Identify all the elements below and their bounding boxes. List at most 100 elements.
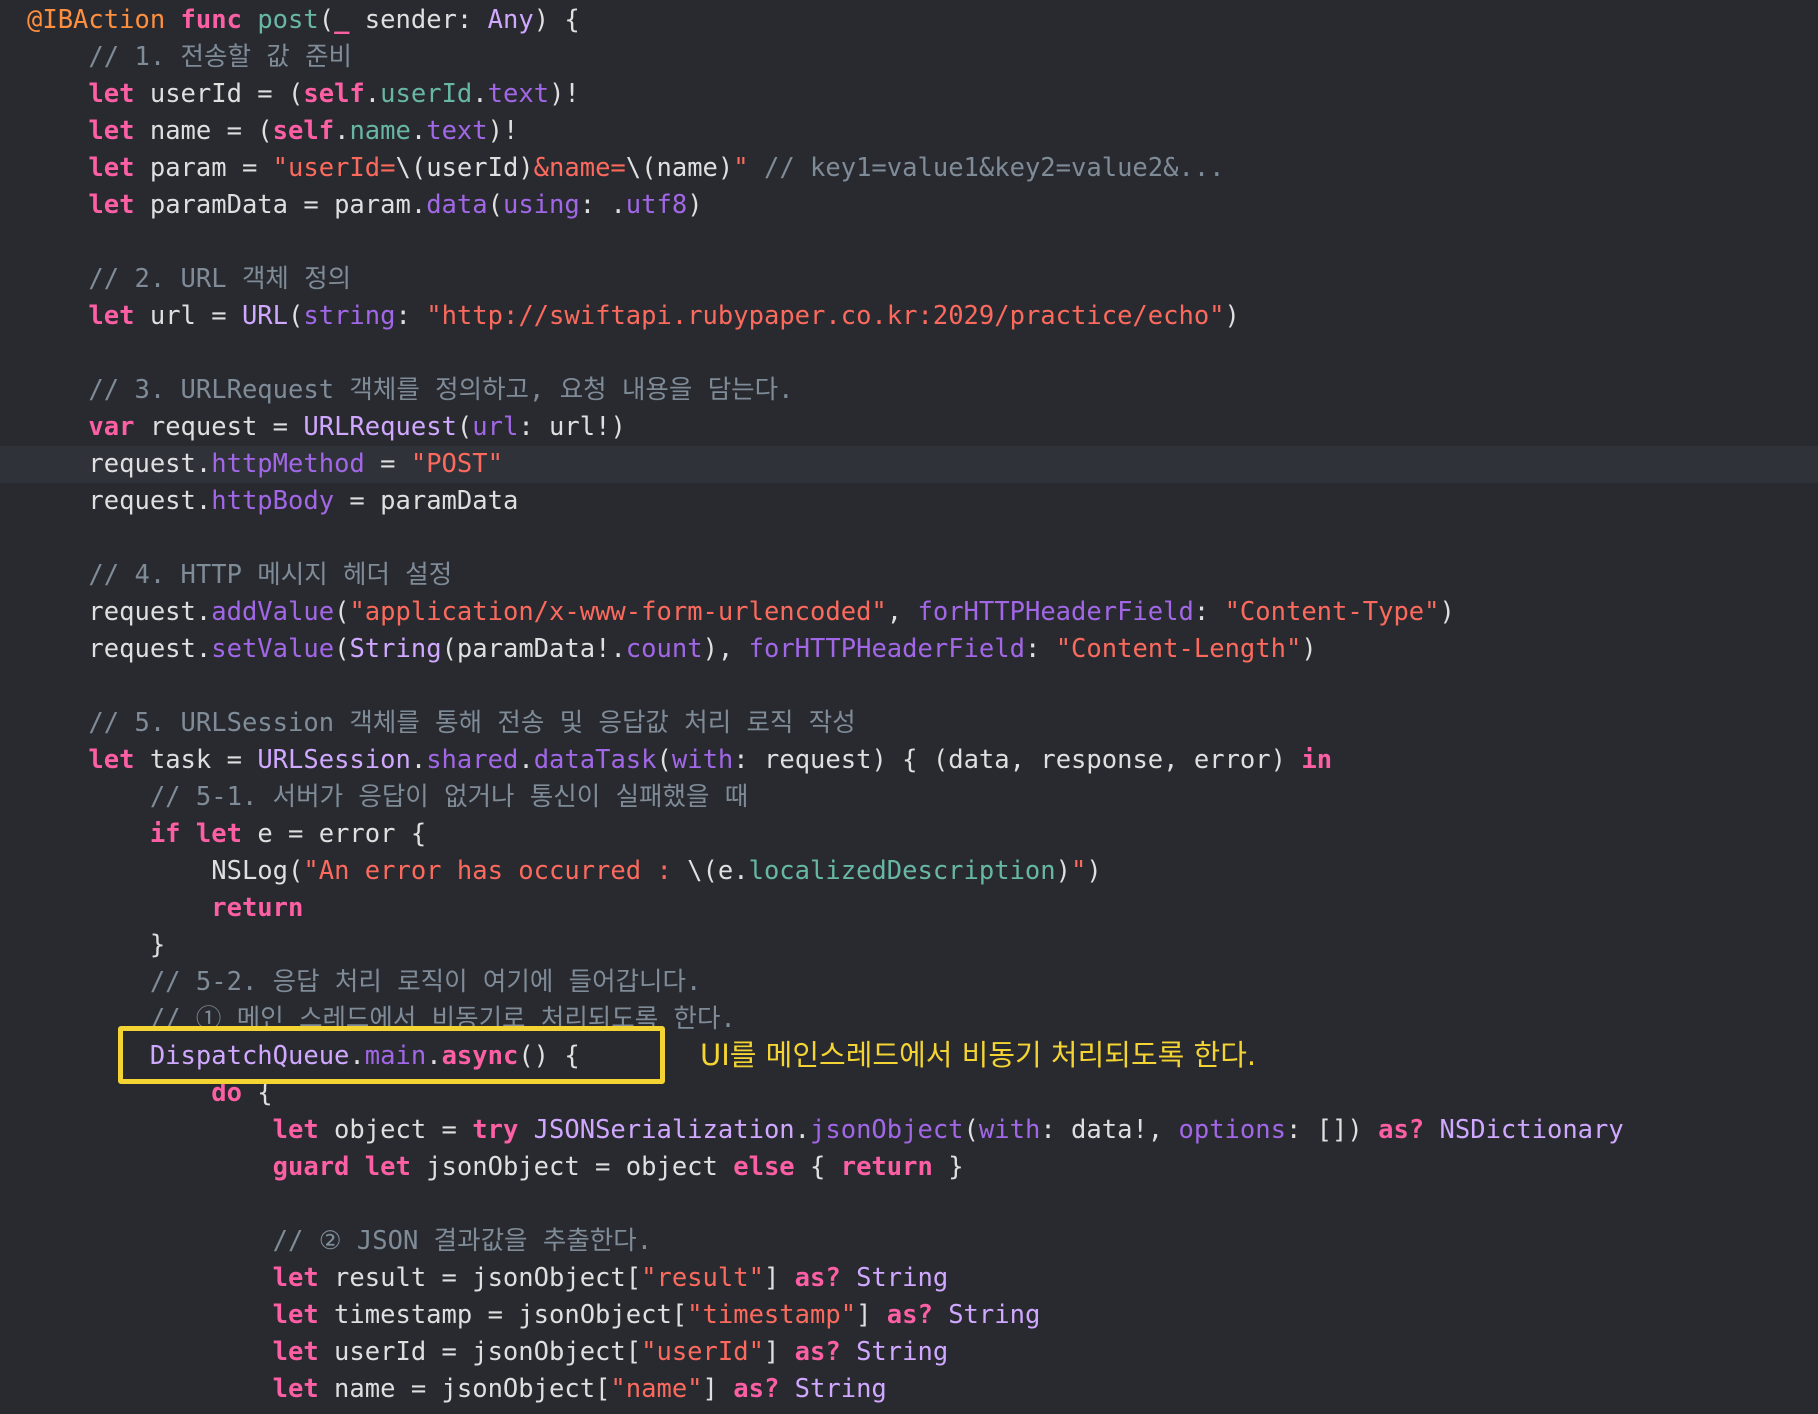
code-line[interactable]: request.httpBody = paramData — [0, 483, 1818, 520]
code-token: String — [856, 1263, 949, 1293]
code-line[interactable]: if let e = error { — [0, 816, 1818, 853]
code-token: httpBody — [211, 486, 335, 516]
code-token: request. — [88, 449, 212, 479]
code-line[interactable]: let result = jsonObject["result"] as? St… — [0, 1260, 1818, 1297]
code-line[interactable]: guard let jsonObject = object else { ret… — [0, 1149, 1818, 1186]
code-token: ) — [1301, 634, 1317, 664]
code-token: else — [733, 1152, 795, 1182]
code-line[interactable] — [0, 335, 1818, 372]
code-token: count — [625, 634, 703, 664]
code-line[interactable]: // ① 메인 스레드에서 비동기로 처리되도록 한다. — [0, 1001, 1818, 1038]
code-token: ) { — [533, 5, 580, 35]
code-line[interactable]: let userId = jsonObject["userId"] as? St… — [0, 1334, 1818, 1371]
code-line[interactable]: // 1. 전송할 값 준비 — [0, 39, 1818, 76]
code-token: JSONSerialization — [533, 1115, 795, 1145]
code-line[interactable]: // 5. URLSession 객체를 통해 전송 및 응답값 처리 로직 작… — [0, 705, 1818, 742]
code-token: let — [88, 79, 135, 109]
code-line[interactable]: } — [0, 927, 1818, 964]
code-line[interactable]: request.httpMethod = "POST" — [0, 446, 1818, 483]
code-token: let — [88, 153, 135, 183]
code-token: : — [1193, 597, 1225, 627]
code-token: " — [1071, 856, 1087, 886]
code-token: (paramData!. — [441, 634, 626, 664]
code-token: utf8 — [625, 190, 688, 220]
code-line[interactable]: request.addValue("application/x-www-form… — [0, 594, 1818, 631]
code-line[interactable]: @IBAction func post(_ sender: Any) { — [0, 2, 1818, 39]
code-token: : data!, — [1040, 1115, 1179, 1145]
code-line[interactable] — [0, 1186, 1818, 1223]
code-line[interactable]: // 2. URL 객체 정의 — [0, 261, 1818, 298]
code-token: request. — [88, 634, 212, 664]
code-token: data — [426, 190, 488, 220]
code-editor[interactable]: @IBAction func post(_ sender: Any) { // … — [0, 0, 1818, 1414]
code-token: // ② JSON 결과값을 추출한다. — [272, 1226, 653, 1256]
code-token: String — [856, 1337, 949, 1367]
code-line[interactable]: // ② JSON 결과값을 추출한다. — [0, 1223, 1818, 1260]
code-token: DispatchQueue — [149, 1041, 350, 1071]
code-line[interactable]: let object = try JSONSerialization.jsonO… — [0, 1112, 1818, 1149]
code-line[interactable]: // 5-2. 응답 처리 로직이 여기에 들어갑니다. — [0, 964, 1818, 1001]
code-token: @IBAction — [27, 5, 166, 35]
code-token: let — [88, 301, 135, 331]
code-token: \(userId) — [395, 153, 534, 183]
code-token: object = — [318, 1115, 473, 1145]
code-line[interactable] — [0, 668, 1818, 705]
code-line[interactable]: let name = jsonObject["name"] as? String — [0, 1371, 1818, 1408]
code-token: name = ( — [134, 116, 273, 146]
code-token: if — [149, 819, 181, 849]
code-line[interactable]: do { — [0, 1075, 1818, 1112]
code-token: return — [211, 893, 304, 923]
code-line[interactable]: return — [0, 890, 1818, 927]
code-token: with — [978, 1115, 1041, 1145]
code-line[interactable]: let task = URLSession.shared.dataTask(wi… — [0, 742, 1818, 779]
code-line[interactable]: // 3. URLRequest 객체를 정의하고, 요청 내용을 담는다. — [0, 372, 1818, 409]
code-line[interactable]: request.setValue(String(paramData!.count… — [0, 631, 1818, 668]
code-token: _ — [334, 5, 350, 35]
code-token: . — [472, 79, 488, 109]
code-line[interactable]: NSLog("An error has occurred : \(e.local… — [0, 853, 1818, 890]
code-token: "Content-Length" — [1055, 634, 1302, 664]
code-token: let — [272, 1337, 319, 1367]
code-token: let — [88, 116, 135, 146]
code-token: ( — [456, 412, 473, 442]
code-token: } — [932, 1152, 964, 1182]
code-line[interactable] — [0, 224, 1818, 261]
code-line[interactable]: let name = (self.name.text)! — [0, 113, 1818, 150]
code-token: "name" — [610, 1374, 703, 1404]
code-token: "application/x-www-form-urlencoded" — [349, 597, 887, 627]
code-line[interactable] — [0, 520, 1818, 557]
code-token: "Content-Type" — [1224, 597, 1440, 627]
code-token: request. — [88, 486, 212, 516]
code-token: = paramData — [334, 486, 519, 516]
code-line[interactable]: let userId = (self.userId.text)! — [0, 76, 1818, 113]
code-line[interactable]: let param = "userId=\(userId)&name=\(nam… — [0, 150, 1818, 187]
code-line[interactable]: let timestamp = jsonObject["timestamp"] … — [0, 1297, 1818, 1334]
code-line[interactable]: // 5-1. 서버가 응답이 없거나 통신이 실패했을 때 — [0, 779, 1818, 816]
code-token: in — [1301, 745, 1333, 775]
code-line[interactable]: let paramData = param.data(using: .utf8) — [0, 187, 1818, 224]
code-token: URL — [241, 301, 289, 331]
code-lines[interactable]: @IBAction func post(_ sender: Any) { // … — [0, 2, 1818, 1408]
code-token: let — [364, 1152, 411, 1182]
code-line[interactable]: let url = URL(string: "http://swiftapi.r… — [0, 298, 1818, 335]
code-token: URLSession — [257, 745, 411, 775]
code-token: = — [364, 449, 411, 479]
code-token: ] — [702, 1374, 734, 1404]
code-line[interactable]: var request = URLRequest(url: url!) — [0, 409, 1818, 446]
code-token: text — [487, 79, 550, 109]
code-line[interactable]: // 4. HTTP 메시지 헤더 설정 — [0, 557, 1818, 594]
code-token: let — [88, 190, 135, 220]
code-token: )! — [549, 79, 580, 109]
code-token: : — [395, 301, 427, 331]
